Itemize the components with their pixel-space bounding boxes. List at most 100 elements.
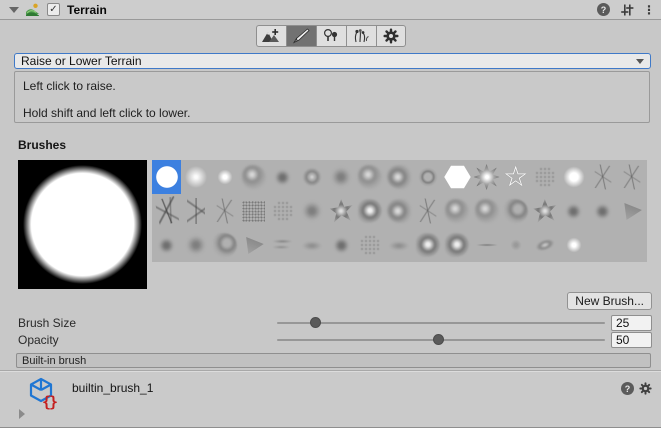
brush-cell-empty	[618, 228, 647, 262]
foldout-open-icon[interactable]	[9, 7, 19, 13]
more-menu-icon[interactable]: ⋮	[643, 3, 655, 17]
opacity-field[interactable]	[611, 332, 652, 348]
brush-cell-smear[interactable]	[297, 228, 326, 262]
brush-size-field[interactable]	[611, 315, 652, 331]
brush-cell-hard[interactable]	[152, 160, 181, 194]
terrain-toolbar	[0, 20, 661, 52]
builtin-brush-bar[interactable]: Built-in brush	[16, 353, 651, 368]
brush-cell-blob[interactable]	[327, 160, 356, 194]
brush-thumbnail	[243, 235, 265, 255]
brush-thumbnail	[213, 165, 237, 189]
brush-thumbnail	[360, 235, 380, 255]
help-icon[interactable]: ?	[597, 3, 610, 16]
brush-thumbnail	[386, 237, 412, 253]
brush-gear-icon[interactable]	[639, 382, 652, 395]
brush-cell-smear[interactable]	[385, 228, 414, 262]
brush-cell-mottle[interactable]	[356, 160, 385, 194]
brush-row: ☆	[18, 160, 661, 289]
brush-cell-spik[interactable]	[530, 194, 559, 228]
brush-cell-blob[interactable]	[297, 194, 326, 228]
brush-cell-mottle[interactable]	[443, 194, 472, 228]
brush-thumbnail	[474, 164, 500, 190]
brush-cell-mottle[interactable]	[472, 194, 501, 228]
brush-cell-blob2[interactable]	[559, 194, 588, 228]
brush-help-icon[interactable]: ?	[621, 382, 634, 395]
brush-cell-mottle[interactable]	[239, 160, 268, 194]
scriptable-object-icon: {}	[28, 377, 58, 413]
brush-thumbnail	[531, 233, 559, 256]
brush-thumbnail	[299, 237, 325, 253]
brush-cell-blob2[interactable]	[152, 228, 181, 262]
brush-cell-tri[interactable]	[618, 194, 647, 228]
presets-icon[interactable]	[620, 3, 634, 17]
brush-thumbnail	[535, 167, 555, 187]
brush-cell-leaf[interactable]	[530, 228, 559, 262]
trees-icon	[322, 28, 340, 44]
paint-details-button[interactable]	[346, 25, 376, 47]
opacity-slider-thumb[interactable]	[433, 334, 444, 345]
brush-cell-soft2[interactable]	[210, 160, 239, 194]
enabled-checkbox[interactable]: ✓	[47, 3, 60, 16]
new-brush-button[interactable]: New Brush...	[567, 292, 652, 310]
brush-cell-speck[interactable]	[356, 228, 385, 262]
brush-cell-ring[interactable]	[414, 160, 443, 194]
brush-cell-speck[interactable]	[268, 194, 297, 228]
brush-cell-blob2[interactable]	[268, 160, 297, 194]
brush-cell-twig[interactable]	[210, 194, 239, 228]
brush-cell-ring2[interactable]	[297, 160, 326, 194]
brush-thumbnail	[593, 202, 612, 221]
paint-trees-button[interactable]	[316, 25, 346, 47]
brush-thumbnail	[509, 238, 523, 252]
brush-cell-spik[interactable]	[327, 194, 356, 228]
brush-thumbnail	[329, 199, 353, 223]
brush-cell-soft[interactable]	[181, 160, 210, 194]
brush-cell-burst[interactable]	[472, 160, 501, 194]
brush-cell-twig[interactable]	[618, 160, 647, 194]
brush-cell-splat[interactable]	[414, 228, 443, 262]
brush-size-slider-thumb[interactable]	[310, 317, 321, 328]
brush-cell-tri[interactable]	[239, 228, 268, 262]
brush-thumbnail	[214, 198, 235, 224]
gear-icon	[383, 28, 399, 44]
brush-cell-hex[interactable]	[443, 160, 472, 194]
brush-cell-blob3[interactable]	[385, 160, 414, 194]
terrain-settings-button[interactable]	[376, 25, 406, 47]
brush-cell-swirl[interactable]	[210, 228, 239, 262]
create-neighbor-terrains-button[interactable]	[256, 25, 286, 47]
brush-thumbnail	[213, 233, 237, 257]
mountain-plus-icon	[261, 28, 281, 44]
brush-cell-blob2[interactable]	[327, 228, 356, 262]
brush-cell-soft2[interactable]	[559, 228, 588, 262]
paint-terrain-button[interactable]	[286, 25, 316, 47]
brush-cell-streak[interactable]	[268, 228, 297, 262]
brush-cell-blob[interactable]	[181, 228, 210, 262]
brush-cell-speck[interactable]	[530, 160, 559, 194]
brush-cell-branch[interactable]	[152, 194, 181, 228]
brush-thumbnail: ☆	[503, 164, 528, 190]
brush-thumbnail	[242, 165, 266, 189]
brush-cell-tree[interactable]	[181, 194, 210, 228]
brush-cell-glow[interactable]	[559, 160, 588, 194]
brush-cell-blob3[interactable]	[385, 194, 414, 228]
brush-cell-swirl[interactable]	[501, 194, 530, 228]
brushes-section-label: Brushes	[18, 138, 661, 152]
brush-cell-starline[interactable]: ☆	[501, 160, 530, 194]
terrain-tool-dropdown[interactable]: Raise or Lower Terrain	[14, 53, 651, 69]
brush-cell-twig[interactable]	[414, 194, 443, 228]
brush-cell-dotf[interactable]	[501, 228, 530, 262]
brush-thumbnail	[187, 198, 205, 224]
brush-cell-blob2[interactable]	[588, 194, 617, 228]
brush-cell-twig[interactable]	[588, 160, 617, 194]
brush-thumbnail	[273, 201, 293, 221]
opacity-slider[interactable]	[277, 331, 605, 348]
brush-cell-line[interactable]	[472, 228, 501, 262]
brush-cell-noise[interactable]	[239, 194, 268, 228]
opacity-row: Opacity	[18, 331, 652, 348]
brush-cell-splat[interactable]	[356, 194, 385, 228]
brush-thumbnail	[445, 199, 469, 223]
brush-size-slider[interactable]	[277, 314, 605, 331]
brush-thumbnail	[184, 233, 208, 257]
brush-thumbnail	[332, 236, 351, 255]
brush-asset-foldout-icon[interactable]	[19, 409, 25, 419]
brush-cell-splat[interactable]	[443, 228, 472, 262]
